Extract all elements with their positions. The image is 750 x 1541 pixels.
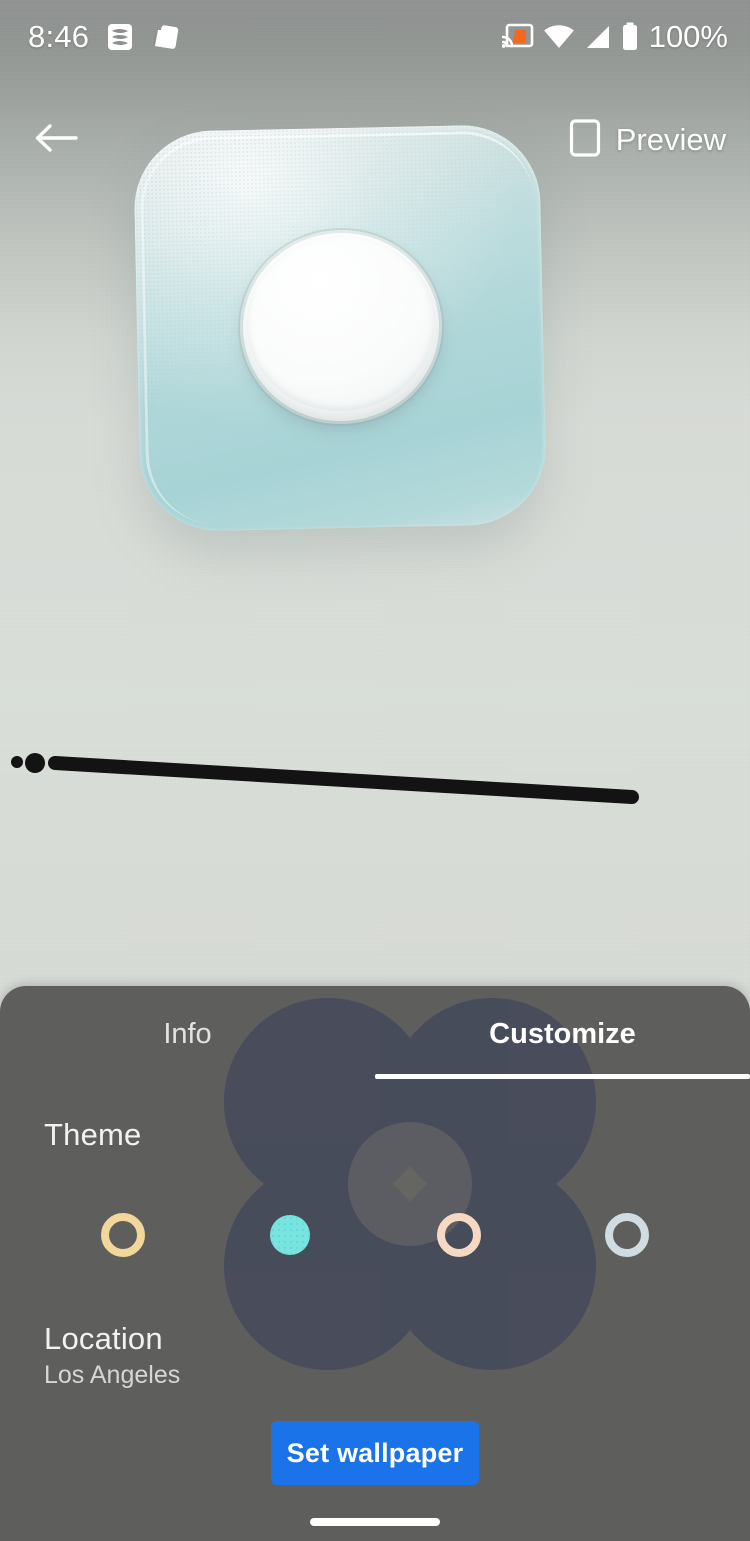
arrow-back-icon	[34, 121, 78, 160]
phone-outline-icon	[568, 118, 602, 163]
status-bar-left: 8:46	[28, 19, 179, 55]
tab-info[interactable]: Info	[0, 986, 375, 1083]
sheet-tabs: Info Customize	[0, 986, 750, 1083]
location-section-title: Location	[44, 1321, 163, 1356]
status-bar: 8:46 100%	[0, 0, 750, 74]
app-bar: Preview	[0, 103, 750, 177]
wallpaper-picker-screen: 8:46 100% Preview Info Customize Theme L…	[0, 0, 750, 1541]
battery-icon	[621, 22, 639, 52]
cellular-signal-icon	[584, 24, 612, 50]
theme-section-title: Theme	[44, 1117, 142, 1152]
home-indicator[interactable]	[310, 1518, 440, 1526]
stack-notification-icon	[106, 22, 134, 52]
theme-swatch-yellow[interactable]	[101, 1213, 145, 1257]
battery-percent-label: 100%	[648, 19, 728, 54]
cast-icon	[501, 23, 534, 51]
wifi-icon	[543, 24, 575, 50]
set-wallpaper-button[interactable]: Set wallpaper	[271, 1421, 479, 1485]
status-bar-right: 100%	[501, 19, 728, 55]
theme-swatch-peach[interactable]	[437, 1213, 481, 1257]
theme-swatch-row	[0, 1204, 750, 1266]
wallpaper-brush-stroke	[0, 735, 680, 825]
tab-active-underline	[375, 1074, 750, 1079]
status-clock: 8:46	[28, 19, 90, 54]
tab-customize[interactable]: Customize	[375, 986, 750, 1083]
cards-notification-icon	[151, 22, 179, 52]
theme-swatch-blue-gray[interactable]	[605, 1213, 649, 1257]
location-value: Los Angeles	[44, 1361, 181, 1389]
back-button[interactable]	[30, 114, 82, 166]
preview-label: Preview	[615, 122, 726, 157]
preview-button[interactable]: Preview	[568, 118, 726, 163]
theme-swatch-cyan-selected[interactable]	[270, 1215, 310, 1255]
